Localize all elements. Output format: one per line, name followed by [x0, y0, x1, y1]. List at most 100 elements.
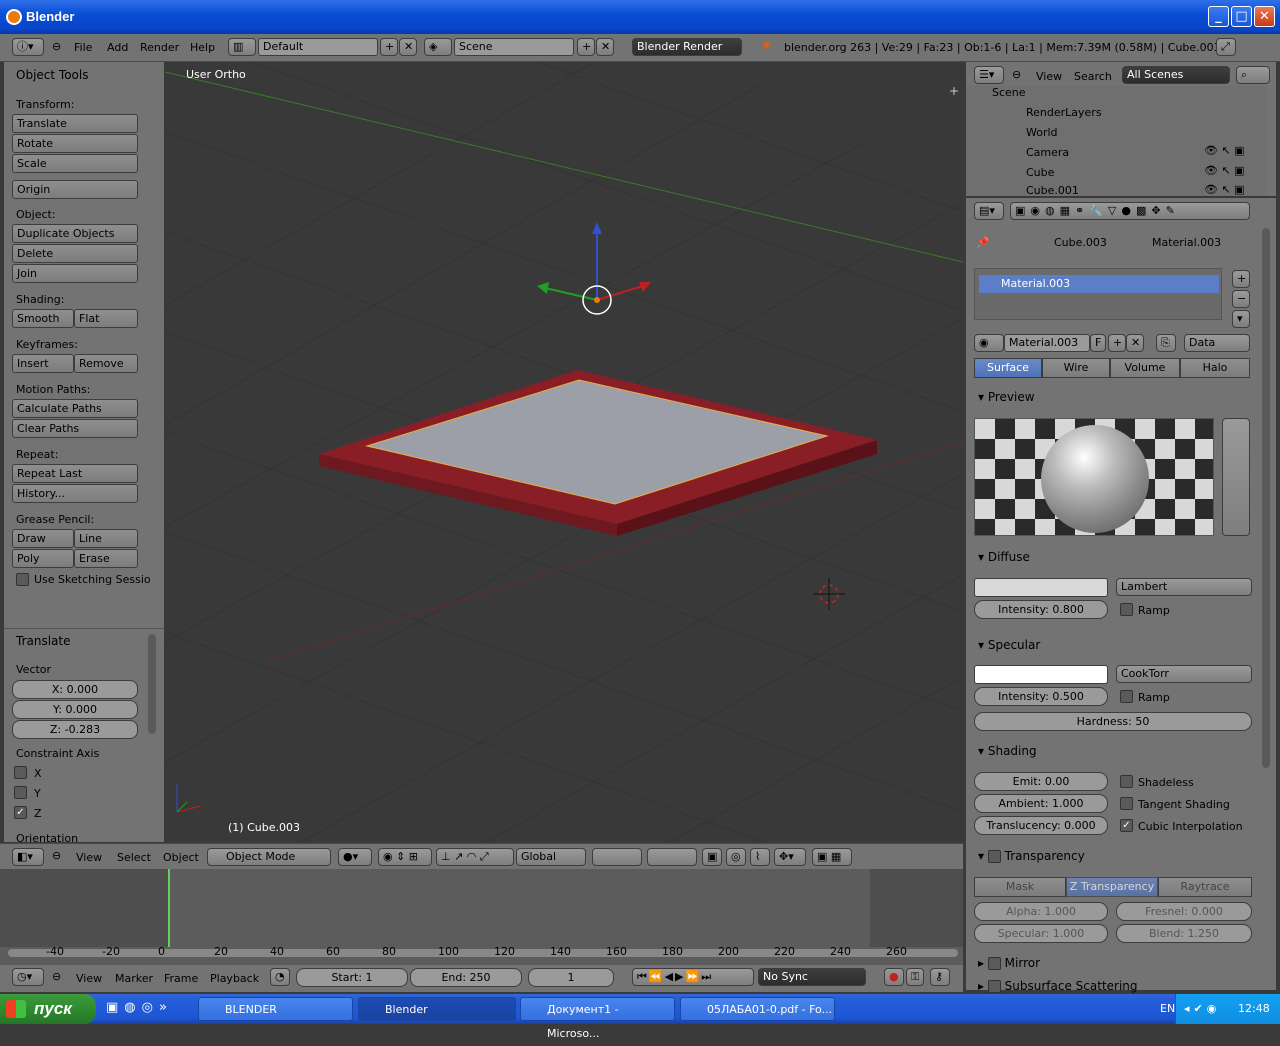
tab-mask[interactable]: Mask [974, 877, 1066, 897]
record-icon[interactable]: ● [884, 968, 904, 986]
material-browse-icon[interactable]: ◉ [974, 334, 1004, 352]
close-button[interactable]: ✕ [1254, 6, 1275, 27]
insert-button[interactable]: Insert [12, 354, 74, 373]
slot-remove-button[interactable]: − [1232, 290, 1250, 308]
scale-button[interactable]: Scale [12, 154, 138, 173]
outliner-collapse-icon[interactable]: ⊖ [1012, 68, 1021, 81]
vector-y-field[interactable]: Y: 0.000 [12, 700, 138, 719]
fake-user-button[interactable]: F [1090, 334, 1106, 352]
breadcrumb-material[interactable]: Material.003 [1152, 236, 1221, 249]
render-engine-select[interactable]: Blender Render [632, 38, 742, 56]
calculate-paths-button[interactable]: Calculate Paths [12, 399, 138, 418]
diffuse-intensity-slider[interactable]: Intensity: 0.800 [974, 600, 1108, 619]
preview-type-buttons[interactable] [1222, 418, 1250, 536]
cubic-interpolation-checkbox[interactable]: ✓ [1120, 819, 1133, 832]
layout-add-button[interactable]: + [380, 38, 398, 56]
constraint-x-checkbox[interactable] [14, 766, 27, 779]
language-indicator[interactable]: EN [1160, 994, 1175, 1024]
quick-launch-icons[interactable]: ▣◍◎» [106, 1000, 173, 1015]
viewport-collapse-icon[interactable]: ⊖ [52, 849, 61, 862]
join-button[interactable]: Join [12, 264, 138, 283]
viewport-menu-view[interactable]: View [76, 851, 102, 864]
sss-panel-title[interactable]: ▸ Subsurface Scattering [978, 979, 1138, 993]
rotate-button[interactable]: Rotate [12, 134, 138, 153]
orientation-select[interactable]: Global [516, 848, 586, 866]
shading-panel-title[interactable]: ▾ Shading [978, 744, 1037, 758]
draw-button[interactable]: Draw [12, 529, 74, 548]
timeline-menu-view[interactable]: View [76, 972, 102, 985]
remove-button[interactable]: Remove [74, 354, 138, 373]
outliner-item-renderlayers[interactable]: RenderLayers [1026, 106, 1102, 119]
shadeless-checkbox[interactable] [1120, 775, 1133, 788]
context-tabs[interactable]: ▣◉◍▦⚭🔧▽●▩✥✎ [1010, 202, 1250, 220]
current-frame-field[interactable]: 1 [528, 968, 614, 987]
tab-surface[interactable]: Surface [974, 358, 1042, 378]
flat-button[interactable]: Flat [74, 309, 138, 328]
diffuse-color-swatch[interactable] [974, 578, 1108, 597]
hardness-slider[interactable]: Hardness: 50 [974, 712, 1252, 731]
snap-toggle-icon[interactable]: ⌇ [750, 848, 770, 866]
outliner-menu-search[interactable]: Search [1074, 70, 1112, 83]
material-slot-item[interactable]: Material.003 [979, 275, 1219, 293]
link-select[interactable]: Data [1184, 334, 1250, 352]
diffuse-panel-title[interactable]: ▾ Diffuse [978, 550, 1030, 564]
properties-scrollbar[interactable] [1262, 228, 1270, 768]
preview-panel-title[interactable]: ▾ Preview [978, 390, 1035, 404]
node-icon[interactable]: ⎘ [1156, 334, 1176, 352]
menu-help[interactable]: Help [190, 41, 215, 54]
specular-panel-title[interactable]: ▾ Specular [978, 638, 1040, 652]
keying-icon[interactable]: ⚿ [906, 968, 924, 986]
delete-button[interactable]: Delete [12, 244, 138, 263]
task-pdf-reader[interactable]: 05ЛАБА01-0.pdf - Fo... [680, 997, 835, 1021]
outliner-menu-view[interactable]: View [1036, 70, 1062, 83]
operator-scrollbar[interactable] [148, 634, 156, 734]
slot-menu-button[interactable]: ▾ [1232, 310, 1250, 328]
manipulator-buttons[interactable]: ⊥ ↗ ◠ ⤢ [436, 848, 514, 866]
outliner-filter-select[interactable]: All Scenes [1122, 66, 1230, 84]
snap-element-button[interactable]: ✥▾ [774, 848, 806, 866]
layout-delete-button[interactable]: ✕ [399, 38, 417, 56]
alpha-field[interactable]: Alpha: 1.000 [974, 902, 1108, 921]
visibility-eye-icon[interactable]: 👁 ↖ ▣ [1204, 164, 1245, 177]
fullscreen-icon[interactable]: ⤢ [1216, 38, 1236, 56]
smooth-button[interactable]: Smooth [12, 309, 74, 328]
specular-color-swatch[interactable] [974, 665, 1108, 684]
current-frame-line[interactable] [168, 869, 170, 947]
outliner-search-icon[interactable]: ⌕ [1236, 66, 1270, 84]
menu-add[interactable]: Add [107, 41, 128, 54]
sketching-checkbox[interactable] [16, 573, 29, 586]
menu-file[interactable]: File [74, 41, 92, 54]
specular-ramp-checkbox[interactable] [1120, 690, 1133, 703]
diffuse-ramp-checkbox[interactable] [1120, 603, 1133, 616]
material-name-field[interactable]: Material.003 [1004, 334, 1090, 352]
minimize-button[interactable]: _ [1208, 6, 1229, 27]
viewport-menu-object[interactable]: Object [163, 851, 199, 864]
outliner-item-scene[interactable]: Scene [992, 86, 1026, 99]
history-button[interactable]: History... [12, 484, 138, 503]
timeline-editor-type-button[interactable]: ◷▾ [12, 968, 44, 986]
translucency-field[interactable]: Translucency: 0.000 [974, 816, 1108, 835]
task-blender-app[interactable]: Blender [358, 997, 516, 1021]
translate-button[interactable]: Translate [12, 114, 138, 133]
trans-specular-field[interactable]: Specular: 1.000 [974, 924, 1108, 943]
tab-raytrace[interactable]: Raytrace [1158, 877, 1252, 897]
sync-select[interactable]: No Sync [758, 968, 866, 986]
constraint-z-checkbox[interactable]: ✓ [14, 806, 27, 819]
vector-z-field[interactable]: Z: -0.283 [12, 720, 138, 739]
collapse-icon[interactable]: ⊖ [52, 40, 61, 53]
pin-icon[interactable]: 📌 [976, 236, 990, 249]
task-blender-folder[interactable]: BLENDER [198, 997, 353, 1021]
timeline-menu-marker[interactable]: Marker [115, 972, 153, 985]
playback-controls[interactable]: ⏮⏪◀▶⏩⏭ [632, 968, 754, 986]
scene-icon[interactable]: ◈ [424, 38, 452, 56]
keying-set-icon[interactable]: ⚷ [930, 968, 950, 986]
blend-field[interactable]: Blend: 1.250 [1116, 924, 1252, 943]
layers-a-buttons[interactable] [592, 848, 642, 866]
material-add-button[interactable]: + [1108, 334, 1126, 352]
outliner-item-camera[interactable]: Camera [1026, 146, 1069, 159]
task-word-document[interactable]: Документ1 - Microso... [520, 997, 675, 1040]
origin-button[interactable]: Origin [12, 180, 138, 199]
tab-volume[interactable]: Volume [1110, 358, 1180, 378]
specular-intensity-slider[interactable]: Intensity: 0.500 [974, 687, 1108, 706]
viewport-menu-select[interactable]: Select [117, 851, 151, 864]
